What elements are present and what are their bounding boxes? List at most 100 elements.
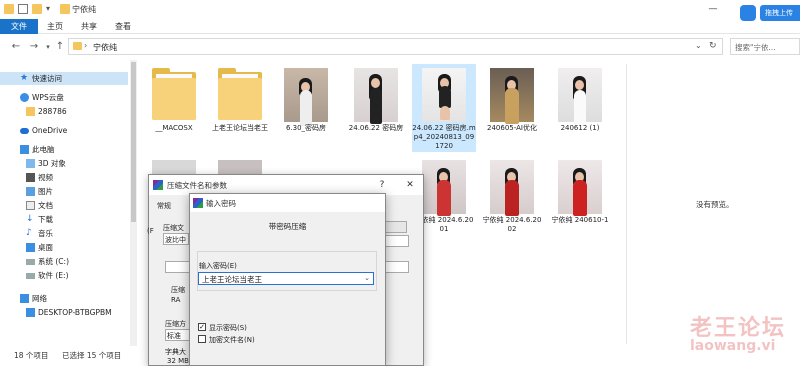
photo-thumbnail xyxy=(422,68,466,122)
up-arrow-icon[interactable]: ↑ xyxy=(54,40,66,54)
method-value: 标准 xyxy=(167,332,181,340)
rar-radio[interactable]: RA xyxy=(171,296,180,304)
sidebar-item-music[interactable]: ♪ 音乐 xyxy=(0,227,128,240)
tab-view[interactable]: 查看 xyxy=(108,19,138,34)
watermark-url: laowang.vi xyxy=(690,338,776,354)
file-tile[interactable]: 24.06.22 密码房 xyxy=(344,64,408,150)
title-folder-icon xyxy=(60,4,70,14)
folder-icon xyxy=(26,107,35,116)
computer-icon xyxy=(20,145,29,154)
drive-icon xyxy=(26,259,35,265)
sidebar-item-videos[interactable]: 视频 xyxy=(0,171,128,184)
dialog-title-bar[interactable]: 压缩文件名和参数 ? ✕ xyxy=(149,175,423,195)
document-icon xyxy=(26,201,35,210)
update-mode-dropdown[interactable] xyxy=(383,261,409,273)
file-name: 24.06.22 密码房.mp4_20240813_091720 xyxy=(412,124,476,150)
close-button[interactable]: ✕ xyxy=(403,178,417,192)
sidebar-item-288786[interactable]: 288786 xyxy=(0,105,128,118)
browse-button[interactable] xyxy=(383,221,407,233)
drive-icon xyxy=(26,273,35,279)
file-tile[interactable]: 24.06.22 密码房.mp4_20240813_091720 xyxy=(412,64,476,152)
sidebar-item-drive-c[interactable]: 系统 (C:) xyxy=(0,255,128,268)
show-password-checkbox[interactable]: ✓ xyxy=(198,323,206,331)
show-password-label: 显示密码(S) xyxy=(209,324,247,332)
file-name: 上老王论坛当老王 xyxy=(212,124,268,132)
file-tile[interactable]: 上老王论坛当老王 xyxy=(208,64,272,150)
sidebar-item-drive-e[interactable]: 软件 (E:) xyxy=(0,269,128,282)
cloud-icon xyxy=(20,93,29,102)
file-tile[interactable]: 宁依纯 2024.6.20 02 xyxy=(480,156,544,242)
window-title: 宁依纯 xyxy=(72,5,96,14)
ribbon-tabs: 文件 主页 共享 查看 xyxy=(0,19,800,34)
video-icon xyxy=(26,173,35,182)
encrypt-filenames-checkbox[interactable] xyxy=(198,335,206,343)
folder-icon[interactable] xyxy=(4,4,14,14)
file-name: 宁依纯 2024.6.20 02 xyxy=(482,216,542,233)
sidebar-item-quick-access[interactable]: ★ 快速访问 xyxy=(0,72,128,85)
forward-arrow-icon[interactable]: → xyxy=(28,40,40,54)
tab-share[interactable]: 共享 xyxy=(74,19,104,34)
monitor-icon xyxy=(26,308,35,317)
file-name: 宁依纯 240610-1 xyxy=(551,216,609,224)
file-name: 240612 (1) xyxy=(560,124,600,132)
scrollbar-thumb[interactable] xyxy=(131,62,136,222)
password-dialog: 输入密码 带密码压缩 输入密码(E) 上老王论坛当老王 ⌄ ✓ 显示密码(S) … xyxy=(189,193,386,366)
file-tile[interactable]: __MACOSX xyxy=(142,64,206,150)
address-bar[interactable]: › 宁依纯 ⌄ ↻ xyxy=(68,38,723,55)
recent-chevron-icon[interactable]: ▾ xyxy=(42,40,54,54)
search-input[interactable]: 搜索"宁依... xyxy=(730,38,800,55)
preview-divider xyxy=(626,64,627,344)
sidebar-item-downloads[interactable]: ↓ 下载 xyxy=(0,213,128,226)
sidebar-item-pictures[interactable]: 图片 xyxy=(0,185,128,198)
file-name: 240605-AI优化 xyxy=(487,124,537,132)
tab-general[interactable]: 常规 xyxy=(157,201,171,211)
photo-thumbnail xyxy=(558,68,602,126)
chevron-right-icon[interactable]: › xyxy=(84,41,87,50)
navigation-pane: ★ 快速访问 WPS云盘 288786 OneDrive 此电脑 3D 对象 视… xyxy=(0,64,130,346)
file-tile[interactable]: 6.30_密码房 xyxy=(274,64,338,150)
sidebar-scrollbar[interactable] xyxy=(130,60,137,346)
sidebar-item-onedrive[interactable]: OneDrive xyxy=(0,124,128,137)
sidebar-item-3d-objects[interactable]: 3D 对象 xyxy=(0,157,128,170)
tab-home[interactable]: 主页 xyxy=(40,19,70,34)
archive-name-label: 压缩文 xyxy=(163,224,184,232)
tab-file[interactable]: 文件 xyxy=(0,19,38,34)
winrar-icon xyxy=(193,198,203,208)
sidebar-item-documents[interactable]: 文档 xyxy=(0,199,128,212)
selection-count: 已选择 15 个项目 xyxy=(62,351,122,360)
archive-path-dropdown[interactable] xyxy=(383,235,409,247)
profile-select[interactable] xyxy=(165,261,191,273)
back-arrow-icon[interactable]: ← xyxy=(10,40,22,54)
sidebar-item-wps-cloud[interactable]: WPS云盘 xyxy=(0,91,128,104)
dialog-title-bar[interactable]: 输入密码 xyxy=(190,194,385,212)
new-folder-icon[interactable] xyxy=(32,4,42,14)
minimize-button[interactable]: — xyxy=(706,2,720,16)
onedrive-icon xyxy=(20,128,29,134)
title-bar: ▾ 宁依纯 — xyxy=(0,0,800,19)
photo-thumbnail xyxy=(354,68,398,124)
properties-icon[interactable] xyxy=(18,4,28,14)
password-input[interactable]: 上老王论坛当老王 ⌄ xyxy=(198,272,374,285)
help-button[interactable]: ? xyxy=(375,178,389,192)
refresh-icon[interactable]: ↻ xyxy=(709,41,717,51)
chevron-down-icon[interactable]: ▾ xyxy=(46,4,56,14)
file-tile[interactable]: 宁依纯 240610-1 xyxy=(548,156,612,242)
file-tile[interactable]: 240605-AI优化 xyxy=(480,64,544,150)
chevron-down-icon[interactable]: ⌄ xyxy=(695,41,702,50)
sidebar-item-this-pc[interactable]: 此电脑 xyxy=(0,143,128,156)
sidebar-item-network[interactable]: 网络 xyxy=(0,292,128,305)
dialog-title: 输入密码 xyxy=(206,199,236,208)
dialog-title: 压缩文件名和参数 xyxy=(167,181,227,190)
dictionary-value: 32 MB xyxy=(167,357,189,365)
chevron-down-icon[interactable]: ⌄ xyxy=(364,274,370,282)
file-name: 24.06.22 密码房 xyxy=(348,124,404,132)
sidebar-item-desktop[interactable]: 桌面 xyxy=(0,241,128,254)
breadcrumb[interactable]: 宁依纯 xyxy=(93,42,117,53)
password-value: 上老王论坛当老王 xyxy=(202,275,262,284)
file-tile[interactable]: 240612 (1) xyxy=(548,64,612,150)
password-label: 输入密码(E) xyxy=(199,262,237,270)
search-placeholder: 搜索"宁依... xyxy=(735,43,776,52)
encrypt-filenames-label: 加密文件名(N) xyxy=(209,336,255,344)
sidebar-item-desktop-pc[interactable]: DESKTOP-BTBGPBM xyxy=(0,306,128,319)
winrar-icon xyxy=(153,180,163,190)
